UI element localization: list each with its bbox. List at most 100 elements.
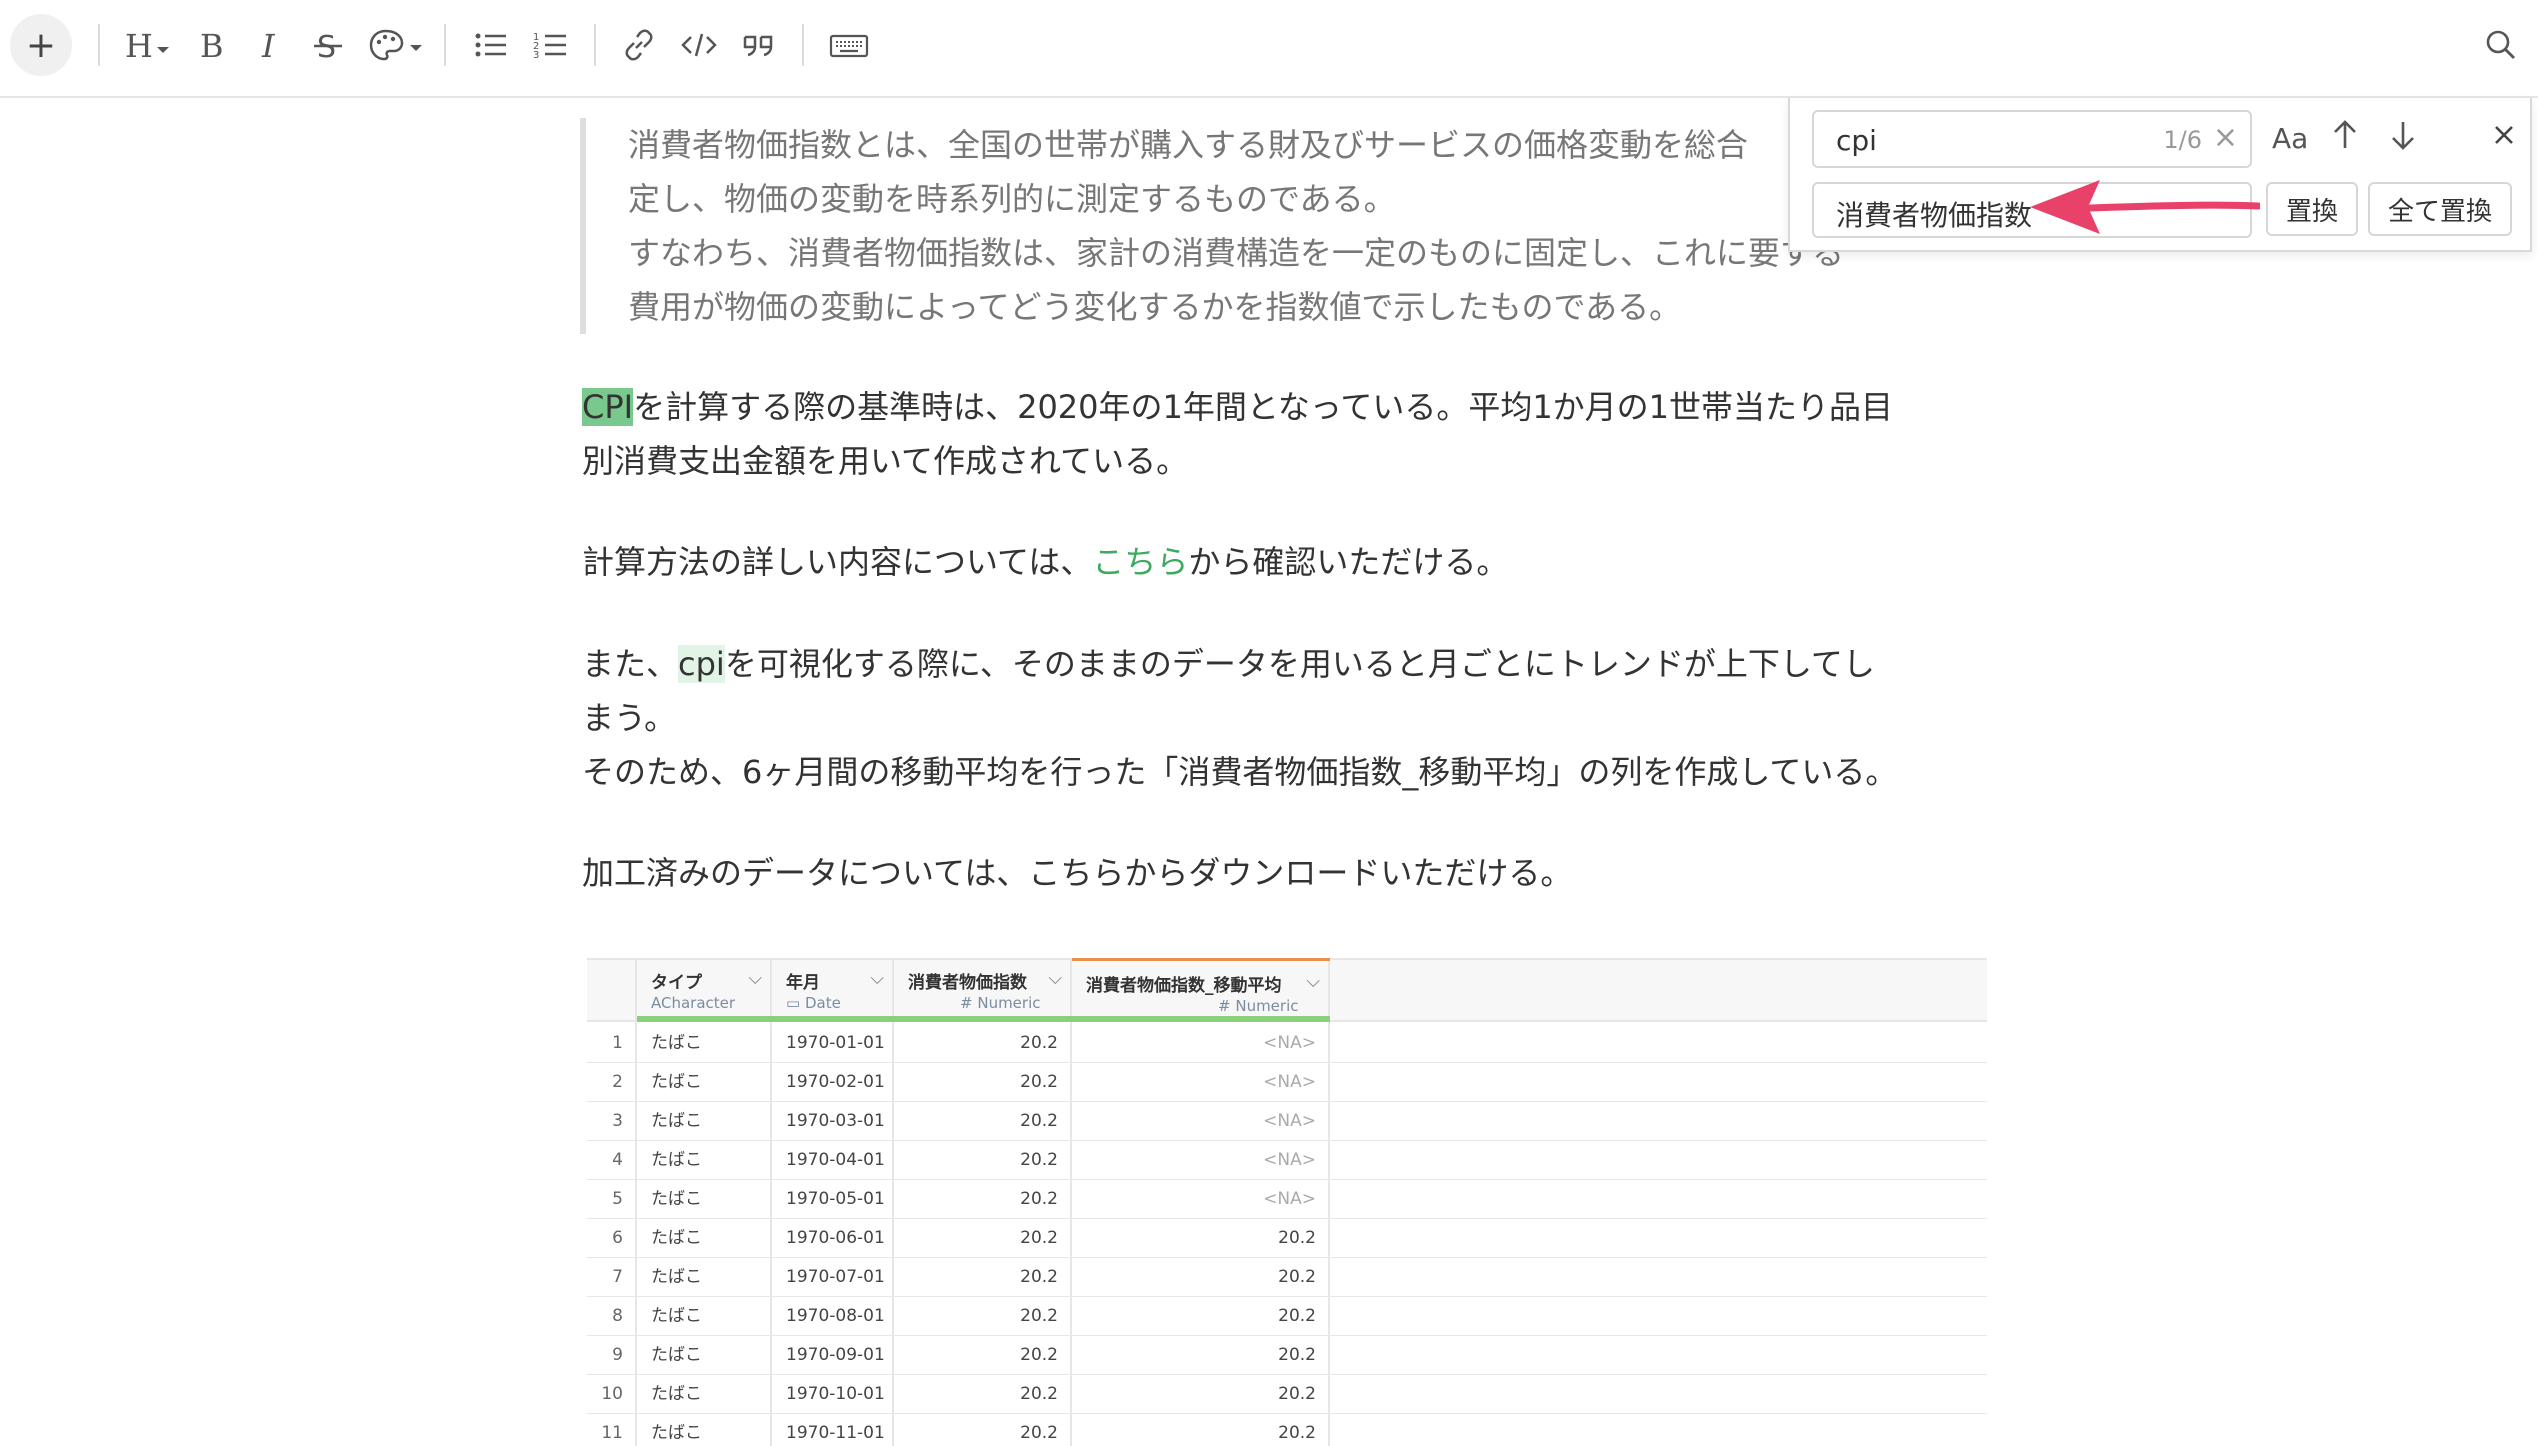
link-icon xyxy=(625,29,653,61)
keyboard-button[interactable] xyxy=(822,14,876,76)
cell-type: たばこ xyxy=(651,1150,702,1170)
cell-cpi-moving-average: <NA> xyxy=(1263,1150,1316,1170)
link-button[interactable] xyxy=(614,14,664,76)
header-type-label: ACharacter xyxy=(651,994,736,1012)
search-match-current: CPI xyxy=(582,388,634,426)
keyboard-icon xyxy=(829,34,869,58)
bullet-list-icon xyxy=(475,33,506,57)
search-input[interactable]: cpi 1/6 × xyxy=(1812,110,2252,168)
paragraph-base-period: CPIを計算する際の基準時は、2020年の1年間となっている。平均1か月の1世帯… xyxy=(582,380,1893,488)
row-number: 10 xyxy=(601,1384,623,1404)
numbered-list-icon: 1 2 3 xyxy=(533,32,566,61)
paragraph-moving-average: また、cpiを可視化する際に、そのままのデータを用いると月ごとにトレンドが上下し… xyxy=(582,637,1897,799)
color-button[interactable] xyxy=(366,14,426,76)
svg-text:I: I xyxy=(261,27,276,65)
chevron-down-icon[interactable]: ⌵ xyxy=(870,968,884,989)
blockquote: 消費者物価指数とは、全国の世帯が購入する財及びサービスの価格変動を総合 定し、物… xyxy=(580,118,1960,334)
close-icon[interactable] xyxy=(2490,118,2518,160)
paragraph-method: 計算方法の詳しい内容については、こちらから確認いただける。 xyxy=(582,535,1508,589)
cell-cpi-moving-average: 20.2 xyxy=(1278,1267,1316,1287)
replace-button[interactable]: 置換 xyxy=(2266,182,2358,236)
cell-cpi-moving-average: 20.2 xyxy=(1278,1384,1316,1404)
paragraph-text: を計算する際の基準時は、2020年の1年間となっている。平均1か月の1世帯当たり… xyxy=(633,388,1894,426)
table-row: 7 たばこ 1970-07-01 20.2 20.2 xyxy=(587,1258,1987,1297)
header-cpi-moving-average[interactable]: 消費者物価指数_移動平均 # Numeric ⌵ xyxy=(1072,958,1330,1022)
next-match-icon[interactable] xyxy=(2388,118,2418,160)
paragraph-text: 計算方法の詳しい内容については、 xyxy=(582,543,1093,581)
cell-type: たばこ xyxy=(651,1033,702,1053)
cell-type: たばこ xyxy=(651,1384,702,1404)
cell-type: たばこ xyxy=(651,1267,702,1287)
match-count: 1/6 xyxy=(2163,126,2202,154)
bullet-list-button[interactable] xyxy=(466,14,516,76)
quote-icon xyxy=(743,35,773,57)
italic-icon: I xyxy=(261,27,276,65)
cell-cpi: 20.2 xyxy=(1020,1345,1058,1365)
previous-match-icon[interactable] xyxy=(2330,118,2360,160)
header-name: 年月 xyxy=(786,973,820,993)
column-quality-bar xyxy=(894,1016,1072,1022)
row-number: 1 xyxy=(612,1033,623,1053)
italic-button[interactable]: I xyxy=(248,14,292,76)
cell-type: たばこ xyxy=(651,1306,702,1326)
strikethrough-icon: S xyxy=(314,30,342,65)
chevron-down-icon[interactable]: ⌵ xyxy=(748,968,762,989)
table-row: 8 たばこ 1970-08-01 20.2 20.2 xyxy=(587,1297,1987,1336)
header-name: 消費者物価指数_移動平均 xyxy=(1086,976,1282,996)
code-button[interactable] xyxy=(674,14,724,76)
quote-line: 消費者物価指数とは、全国の世帯が購入する財及びサービスの価格変動を総合 xyxy=(628,126,1749,164)
row-number: 5 xyxy=(612,1189,623,1209)
row-number: 11 xyxy=(601,1423,623,1443)
cell-type: たばこ xyxy=(651,1228,702,1248)
row-number: 6 xyxy=(612,1228,623,1248)
header-type[interactable]: タイプ ACharacter ⌵ xyxy=(637,958,772,1022)
row-number: 3 xyxy=(612,1111,623,1131)
header-type-label: # Numeric xyxy=(960,994,1041,1012)
numbered-list-button[interactable]: 1 2 3 xyxy=(526,14,576,76)
cell-cpi: 20.2 xyxy=(1020,1189,1058,1209)
table-row: 5 たばこ 1970-05-01 20.2 <NA> xyxy=(587,1180,1987,1219)
row-number: 9 xyxy=(612,1345,623,1365)
header-date[interactable]: 年月 ▭ Date ⌵ xyxy=(772,958,894,1022)
cell-date: 1970-05-01 xyxy=(786,1189,885,1209)
strikethrough-button[interactable]: S xyxy=(306,14,350,76)
chevron-down-icon[interactable]: ⌵ xyxy=(1048,968,1062,989)
svg-text:H: H xyxy=(125,27,153,65)
cell-cpi-moving-average: <NA> xyxy=(1263,1072,1316,1092)
paragraph-line: 別消費支出金額を用いて作成されている。 xyxy=(582,442,1189,480)
bold-button[interactable]: B xyxy=(188,14,232,76)
table-row: 4 たばこ 1970-04-01 20.2 <NA> xyxy=(587,1141,1987,1180)
table-row: 10 たばこ 1970-10-01 20.2 20.2 xyxy=(587,1375,1987,1414)
column-quality-bar xyxy=(637,1016,772,1022)
cell-date: 1970-07-01 xyxy=(786,1267,885,1287)
method-link[interactable]: こちら xyxy=(1092,543,1188,581)
cell-type: たばこ xyxy=(651,1345,702,1365)
table-row: 9 たばこ 1970-09-01 20.2 20.2 xyxy=(587,1336,1987,1375)
replace-all-button[interactable]: 全て置換 xyxy=(2368,182,2512,236)
cell-date: 1970-10-01 xyxy=(786,1384,885,1404)
heading-button[interactable]: H xyxy=(118,14,174,76)
clear-search-icon[interactable]: × xyxy=(2213,120,2238,155)
editor-toolbar: + H B I S 1 2 3 xyxy=(0,0,2538,98)
cell-date: 1970-11-01 xyxy=(786,1423,885,1443)
table-row: 11 たばこ 1970-11-01 20.2 20.2 xyxy=(587,1414,1987,1446)
search-button[interactable] xyxy=(2476,14,2526,76)
match-case-toggle[interactable]: Aa xyxy=(2272,122,2308,155)
numeric-type-icon: # xyxy=(960,994,978,1012)
row-number: 2 xyxy=(612,1072,623,1092)
toolbar-divider xyxy=(594,24,596,66)
quote-button[interactable] xyxy=(734,14,784,76)
cell-cpi-moving-average: 20.2 xyxy=(1278,1345,1316,1365)
palette-icon xyxy=(369,29,422,61)
header-name: 消費者物価指数 xyxy=(908,973,1027,993)
data-table-image: タイプ ACharacter ⌵ 年月 ▭ Date ⌵ 消費者物価指数 # N… xyxy=(587,958,1987,1446)
header-cpi[interactable]: 消費者物価指数 # Numeric ⌵ xyxy=(894,958,1072,1022)
cell-cpi: 20.2 xyxy=(1020,1228,1058,1248)
quote-line: 費用が物価の変動によってどう変化するかを指数値で示したものである。 xyxy=(628,288,1682,326)
cell-cpi: 20.2 xyxy=(1020,1072,1058,1092)
chevron-down-icon[interactable]: ⌵ xyxy=(1306,971,1320,992)
table-row: 6 たばこ 1970-06-01 20.2 20.2 xyxy=(587,1219,1987,1258)
paragraph-download: 加工済みのデータについては、こちらからダウンロードいただける。 xyxy=(582,854,1573,892)
svg-text:3: 3 xyxy=(533,50,539,61)
insert-plus-button[interactable]: + xyxy=(10,14,72,76)
